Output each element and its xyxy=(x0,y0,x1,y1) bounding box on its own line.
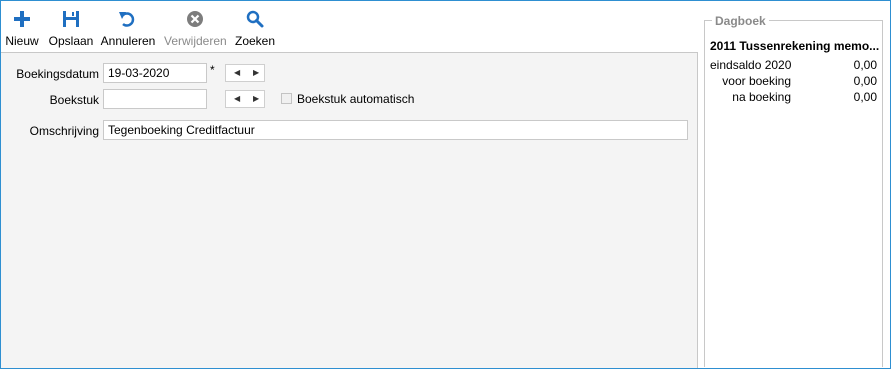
boekstuk-automatisch-checkbox[interactable] xyxy=(281,93,292,104)
dagboek-groupbox: 2011 Tussenrekening memo... eindsaldo 20… xyxy=(704,20,883,367)
dagboek-row-na-boeking: na boeking 0,00 xyxy=(705,90,882,105)
arrow-left-icon[interactable]: ◀ xyxy=(234,94,240,103)
dagboek-legend: Dagboek xyxy=(712,14,769,28)
undo-icon xyxy=(119,12,135,27)
arrow-right-icon[interactable]: ▶ xyxy=(253,68,259,77)
boekingsdatum-field[interactable]: 19-03-2020 xyxy=(103,63,207,83)
eindsaldo-value: 0,00 xyxy=(853,58,877,72)
na-boeking-label: na boeking xyxy=(732,90,791,104)
boekstuk-label: Boekstuk xyxy=(49,93,99,107)
arrow-left-icon[interactable]: ◀ xyxy=(234,68,240,77)
delete-button-label: Verwijderen xyxy=(164,34,227,48)
delete-button[interactable]: Verwijderen xyxy=(164,4,227,50)
boekstuk-automatisch-label: Boekstuk automatisch xyxy=(297,92,415,106)
voor-boeking-value: 0,00 xyxy=(853,74,877,88)
boekstuk-stepper[interactable]: ◀ ▶ xyxy=(225,90,265,108)
search-icon xyxy=(246,10,264,28)
omschrijving-field[interactable]: Tegenboeking Creditfactuur xyxy=(103,120,688,140)
plus-icon xyxy=(14,11,30,27)
omschrijving-label: Omschrijving xyxy=(29,124,99,138)
booking-form-panel: Boekingsdatum 19-03-2020 * ◀ ▶ Boekstuk … xyxy=(1,52,698,368)
search-button-label: Zoeken xyxy=(234,34,276,48)
eindsaldo-label: eindsaldo 2020 xyxy=(710,58,792,72)
new-button[interactable]: Nieuw xyxy=(2,4,42,50)
boekingsdatum-stepper[interactable]: ◀ ▶ xyxy=(225,64,265,82)
search-button[interactable]: Zoeken xyxy=(233,4,277,50)
save-button-label: Opslaan xyxy=(48,34,94,48)
dagboek-row-eindsaldo: eindsaldo 2020 0,00 xyxy=(705,58,882,73)
save-icon xyxy=(63,11,79,27)
save-button[interactable]: Opslaan xyxy=(46,4,96,50)
dagboek-title: 2011 Tussenrekening memo... xyxy=(710,39,880,53)
arrow-right-icon[interactable]: ▶ xyxy=(253,94,259,103)
boekingsdatum-label: Boekingsdatum xyxy=(16,67,99,81)
toolbar: Nieuw Opslaan Annuleren Verwijderen Zoek… xyxy=(2,4,692,50)
voor-boeking-label: voor boeking xyxy=(722,74,791,88)
na-boeking-value: 0,00 xyxy=(853,90,877,104)
dagboek-row-voor-boeking: voor boeking 0,00 xyxy=(705,74,882,89)
boekstuk-field[interactable] xyxy=(103,89,207,109)
new-button-label: Nieuw xyxy=(5,34,39,48)
cancel-button-label: Annuleren xyxy=(100,34,156,48)
delete-icon xyxy=(187,11,203,27)
cancel-button[interactable]: Annuleren xyxy=(100,4,156,50)
required-marker: * xyxy=(210,63,215,77)
